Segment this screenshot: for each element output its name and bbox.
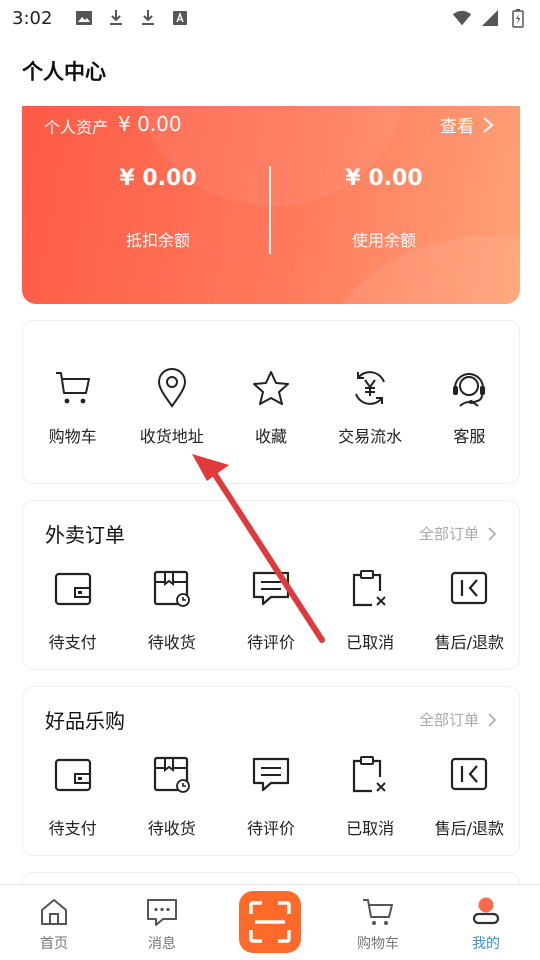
asset-view-button[interactable]: 查看 — [440, 112, 494, 137]
quick-action-label: 客服 — [453, 427, 486, 446]
usage-balance[interactable]: ¥ 0.00 使用余额 — [284, 166, 484, 251]
cart-icon — [361, 895, 395, 929]
scan-icon — [249, 901, 291, 943]
order-pending-review[interactable]: 待评价 — [221, 753, 320, 839]
clipboard-x-icon — [348, 567, 392, 611]
image-notification-icon — [74, 8, 94, 28]
tab-messages[interactable]: 消息 — [108, 885, 216, 960]
bottom-tab-bar: 首页 消息 购物车 我的 — [0, 884, 540, 960]
headset-icon — [448, 367, 490, 409]
tab-label: 首页 — [40, 936, 68, 952]
chevron-right-icon — [488, 712, 497, 727]
quick-action-transactions[interactable]: 交易流水 — [321, 367, 420, 447]
signal-icon — [480, 8, 500, 28]
location-pin-icon — [151, 367, 193, 409]
page-title: 个人中心 — [22, 60, 106, 84]
download-icon — [106, 8, 126, 28]
battery-icon — [508, 8, 528, 28]
refund-icon — [447, 567, 491, 611]
deduct-balance[interactable]: ¥ 0.00 抵扣余额 — [58, 166, 258, 251]
yen-cycle-icon — [349, 367, 391, 409]
asset-card: 个人资产 ¥ 0.00 查看 ¥ 0.00 抵扣余额 ¥ 0.00 使用余额 — [22, 106, 520, 304]
order-status-label: 已取消 — [346, 819, 395, 838]
usage-balance-value: ¥ 0.00 — [345, 166, 423, 191]
deduct-balance-value: ¥ 0.00 — [119, 166, 197, 191]
order-status-label: 已取消 — [346, 633, 395, 652]
quick-action-label: 购物车 — [48, 427, 97, 446]
quick-action-address[interactable]: 收货地址 — [122, 367, 221, 447]
order-pending-receipt[interactable]: 待收货 — [122, 567, 221, 653]
order-status-label: 售后/退款 — [434, 633, 505, 652]
all-orders-label: 全部订单 — [418, 711, 479, 729]
order-status-label: 待支付 — [48, 819, 97, 838]
asset-divider — [269, 166, 271, 254]
scan-button[interactable] — [239, 891, 301, 953]
asset-amount: ¥ 0.00 — [118, 112, 182, 136]
status-time: 3:02 — [12, 7, 53, 29]
deduct-balance-label: 抵扣余额 — [125, 231, 190, 250]
font-app-icon — [170, 8, 190, 28]
clipboard-x-icon — [348, 753, 392, 797]
goods-all-orders-link[interactable]: 全部订单 — [419, 709, 497, 730]
quick-action-label: 交易流水 — [338, 427, 403, 446]
comment-icon — [249, 567, 293, 611]
download-icon-2 — [138, 8, 158, 28]
tab-mine[interactable]: 我的 — [432, 885, 540, 960]
order-status-label: 待收货 — [147, 633, 196, 652]
order-status-label: 待收货 — [147, 819, 196, 838]
takeout-all-orders-link[interactable]: 全部订单 — [419, 523, 497, 544]
usage-balance-label: 使用余额 — [351, 231, 416, 250]
chevron-right-icon — [483, 116, 494, 133]
refund-icon — [447, 753, 491, 797]
wallet-icon — [51, 753, 95, 797]
order-refund[interactable]: 售后/退款 — [420, 567, 519, 653]
package-icon — [150, 567, 194, 611]
tab-cart[interactable]: 购物车 — [324, 885, 432, 960]
tab-scan[interactable] — [216, 885, 324, 960]
order-pending-payment[interactable]: 待支付 — [23, 567, 122, 653]
asset-label: 个人资产 — [44, 118, 109, 137]
quick-action-favorites[interactable]: 收藏 — [221, 367, 320, 447]
goods-orders-title: 好品乐购 — [45, 709, 125, 733]
order-status-label: 待评价 — [246, 633, 295, 652]
home-icon — [37, 895, 71, 929]
wallet-icon — [51, 567, 95, 611]
tab-label: 消息 — [148, 936, 176, 952]
order-cancelled[interactable]: 已取消 — [321, 753, 420, 839]
all-orders-label: 全部订单 — [418, 525, 479, 543]
order-status-label: 待评价 — [246, 819, 295, 838]
takeout-orders-title: 外卖订单 — [45, 523, 125, 547]
asset-view-label: 查看 — [440, 117, 474, 137]
order-pending-review[interactable]: 待评价 — [221, 567, 320, 653]
user-profile-icon — [469, 895, 503, 929]
status-bar: 3:02 — [0, 0, 540, 36]
quick-actions-card: 购物车 收货地址 收藏 交易流水 客服 — [22, 320, 520, 484]
comment-icon — [249, 753, 293, 797]
quick-action-service[interactable]: 客服 — [420, 367, 519, 447]
takeout-orders-card: 外卖订单 全部订单 待支付 待收货 待评价 已取消 售后/退款 — [22, 500, 520, 670]
order-refund[interactable]: 售后/退款 — [420, 753, 519, 839]
quick-action-cart[interactable]: 购物车 — [23, 367, 122, 447]
order-pending-receipt[interactable]: 待收货 — [122, 753, 221, 839]
star-icon — [250, 367, 292, 409]
package-icon — [150, 753, 194, 797]
quick-action-label: 收藏 — [254, 427, 287, 446]
message-icon — [145, 895, 179, 929]
tab-label: 购物车 — [357, 936, 399, 952]
wifi-icon — [452, 8, 472, 28]
tab-home[interactable]: 首页 — [0, 885, 108, 960]
order-pending-payment[interactable]: 待支付 — [23, 753, 122, 839]
chevron-right-icon — [488, 526, 497, 541]
order-cancelled[interactable]: 已取消 — [321, 567, 420, 653]
cart-icon — [52, 367, 94, 409]
order-status-label: 售后/退款 — [434, 819, 505, 838]
quick-action-label: 收货地址 — [139, 427, 204, 446]
goods-orders-card: 好品乐购 全部订单 待支付 待收货 待评价 已取消 售后/退款 — [22, 686, 520, 856]
order-status-label: 待支付 — [48, 633, 97, 652]
tab-label: 我的 — [472, 936, 500, 952]
